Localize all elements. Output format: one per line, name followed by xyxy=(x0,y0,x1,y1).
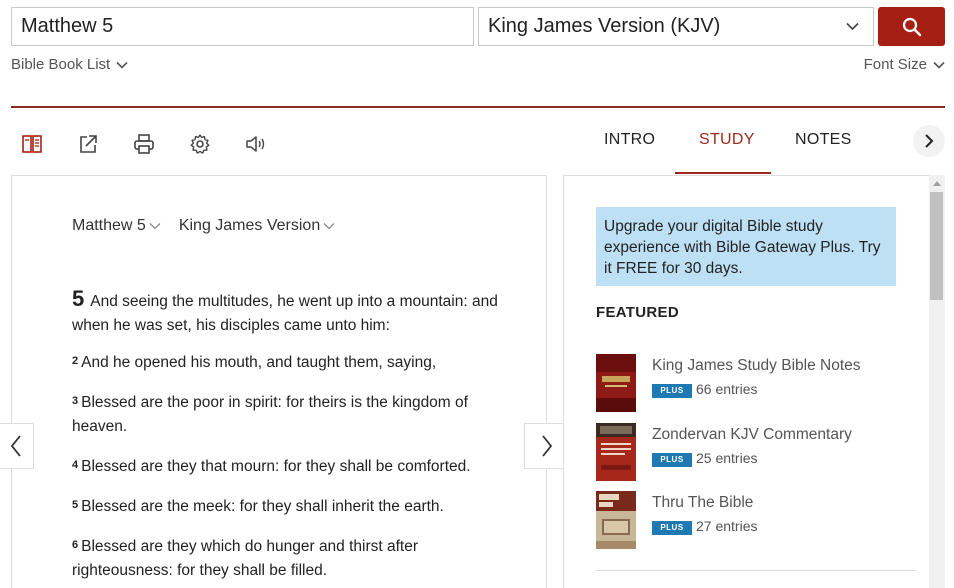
audio-icon xyxy=(246,136,265,152)
caret-up-icon xyxy=(933,180,941,186)
passage-version-label: King James Version xyxy=(178,217,321,234)
share-icon xyxy=(80,135,97,153)
verse-text: Blessed are the meek: for they shall inh… xyxy=(81,498,444,515)
verse-text: Blessed are the poor in spirit: for thei… xyxy=(72,394,468,435)
print-icon xyxy=(134,134,154,154)
verse-number: 3 xyxy=(72,395,79,407)
verse-number: 5 xyxy=(72,499,79,511)
print-button[interactable] xyxy=(131,131,157,157)
tab-active-indicator xyxy=(675,172,771,174)
tab-study[interactable]: STUDY xyxy=(699,131,755,149)
book-cover-zondervan-kjv-commentary xyxy=(596,423,636,481)
search-button[interactable] xyxy=(878,7,945,46)
chevron-right-icon xyxy=(925,134,934,148)
gear-icon xyxy=(190,134,210,154)
verse-3: 3 Blessed are the poor in spirit: for the… xyxy=(72,391,502,439)
verse-text: Blessed are they that mourn: for they sh… xyxy=(81,458,471,475)
share-button[interactable] xyxy=(75,131,101,157)
tab-notes[interactable]: NOTES xyxy=(795,131,852,149)
scrollbar-thumb[interactable] xyxy=(930,192,943,300)
chevron-right-icon xyxy=(542,435,553,457)
verse-4: 4 Blessed are they that mourn: for they s… xyxy=(72,455,502,479)
resource-entries: 27 entries xyxy=(696,518,758,534)
passage-panel xyxy=(11,175,547,588)
resource-item[interactable]: Zondervan KJV Commentary PLUS 25 entries xyxy=(596,423,916,483)
parallel-button[interactable] xyxy=(19,131,45,157)
header-divider xyxy=(11,106,945,108)
search-icon xyxy=(902,17,921,36)
bible-book-list-label: Bible Book List xyxy=(11,56,111,73)
version-select[interactable]: King James Version (KJV) xyxy=(478,7,874,46)
tabs-next-button[interactable] xyxy=(913,125,945,157)
chevron-down-icon xyxy=(846,22,859,31)
verse-text: And seeing the multitudes, he went up in… xyxy=(72,293,498,334)
promo-text: Upgrade your digital Bible study experie… xyxy=(604,218,881,277)
bible-book-list-link[interactable]: Bible Book List xyxy=(11,56,128,73)
search-input[interactable]: Matthew 5 xyxy=(11,7,474,46)
chevron-down-icon xyxy=(323,223,335,230)
verse-number: 2 xyxy=(72,355,79,367)
study-divider xyxy=(596,570,916,571)
resource-entries: 25 entries xyxy=(696,450,758,466)
verse-number: 4 xyxy=(72,459,79,471)
chevron-down-icon xyxy=(149,223,161,230)
featured-heading: FEATURED xyxy=(596,304,679,321)
verse-number: 6 xyxy=(72,539,79,551)
resource-item[interactable]: King James Study Bible Notes PLUS 66 ent… xyxy=(596,354,916,414)
chapter-number: 5 xyxy=(72,286,85,311)
settings-button[interactable] xyxy=(187,131,213,157)
previous-chapter-button[interactable] xyxy=(0,423,34,469)
book-cover-kjv-study-bible xyxy=(596,354,636,412)
chevron-left-icon xyxy=(10,435,21,457)
verse-2: 2 And he opened his mouth, and taught the… xyxy=(72,351,502,375)
audio-button[interactable] xyxy=(243,131,269,157)
chevron-down-icon xyxy=(116,61,128,69)
passage-book-label: Matthew 5 xyxy=(72,217,146,234)
verse-text: And he opened his mouth, and taught them… xyxy=(81,354,437,371)
version-select-value: King James Version (KJV) xyxy=(488,15,721,37)
passage-version-dropdown[interactable]: King James Version xyxy=(179,217,335,235)
tab-intro[interactable]: INTRO xyxy=(604,131,655,149)
passage-book-dropdown[interactable]: Matthew 5 xyxy=(72,217,161,235)
passage-nav: Matthew 5 King James Version xyxy=(72,217,353,235)
parallel-icon xyxy=(22,135,42,153)
resource-title: Thru The Bible xyxy=(652,494,754,511)
verse-text: Blessed are they which do hunger and thi… xyxy=(72,538,419,579)
resource-item[interactable]: Thru The Bible PLUS 27 entries xyxy=(596,491,916,551)
upgrade-promo-banner[interactable]: Upgrade your digital Bible study experie… xyxy=(596,207,896,286)
resource-title: Zondervan KJV Commentary xyxy=(652,426,852,443)
verse-5: 5 Blessed are the meek: for they shall in… xyxy=(72,495,502,519)
scroll-up-button[interactable] xyxy=(929,176,945,190)
book-cover-thru-the-bible xyxy=(596,491,636,549)
plus-badge: PLUS xyxy=(652,453,692,467)
verse-6: 6 Blessed are they which do hunger and th… xyxy=(72,535,502,583)
resource-entries: 66 entries xyxy=(696,381,758,397)
verse-1: 5 And seeing the multitudes, he went up i… xyxy=(72,287,502,338)
font-size-label: Font Size xyxy=(863,56,927,73)
resource-title: King James Study Bible Notes xyxy=(652,357,861,374)
plus-badge: PLUS xyxy=(652,521,692,535)
plus-badge: PLUS xyxy=(652,384,692,398)
chevron-down-icon xyxy=(933,61,945,69)
font-size-link[interactable]: Font Size xyxy=(864,56,945,73)
